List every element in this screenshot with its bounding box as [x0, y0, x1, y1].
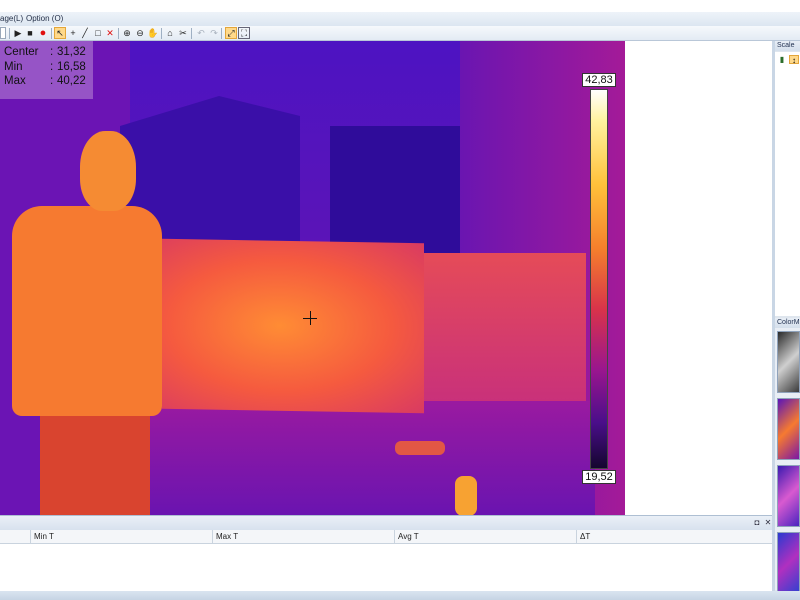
measurement-panel: ◘ ✕ Min T Max T Avg T ΔT — [0, 515, 772, 591]
scale-panel-title: Scale — [775, 41, 800, 51]
thermal-image[interactable] — [0, 41, 625, 515]
close-icon[interactable]: ✕ — [763, 518, 773, 528]
image-region — [424, 253, 586, 401]
column-header-delta-t[interactable]: ΔT — [576, 530, 772, 544]
zoom-out-icon[interactable]: ⊖ — [134, 27, 146, 39]
full-size-icon[interactable]: ⛶ — [238, 27, 250, 39]
rectangle-tool-icon[interactable]: □ — [92, 27, 104, 39]
column-header-min-t[interactable]: Min T — [30, 530, 212, 544]
image-region — [80, 131, 136, 211]
record-icon[interactable]: ● — [37, 27, 49, 39]
menu-bar: age(L) Option (O) — [0, 12, 800, 26]
toolbar-separator — [161, 28, 162, 39]
scale-min-value: 19,52 — [582, 470, 616, 484]
toolbar-separator — [51, 28, 52, 39]
stop-icon[interactable]: ■ — [24, 27, 36, 39]
delete-icon[interactable]: ✕ — [104, 27, 116, 39]
column-header-avg-t[interactable]: Avg T — [394, 530, 576, 544]
fit-window-icon[interactable]: ⤢ — [225, 27, 237, 39]
image-region — [455, 476, 477, 515]
scale-panel: ▮ ↕ — [775, 52, 800, 316]
point-tool-icon[interactable]: + — [67, 27, 79, 39]
pan-hand-icon[interactable]: ✋ — [147, 27, 159, 39]
color-scale-bar — [590, 89, 608, 469]
title-strip — [0, 0, 800, 12]
thermal-viewer-window: age(L) Option (O) ▶ ■ ● ↖ + ╱ □ ✕ ⊕ ⊖ ✋ … — [0, 0, 800, 600]
scale-max-value: 42,83 — [582, 73, 616, 87]
readout-min: Min : 16,58 — [4, 60, 86, 73]
image-region — [162, 238, 424, 414]
home-icon[interactable]: ⌂ — [164, 27, 176, 39]
image-view-blank-area — [625, 41, 772, 515]
temperature-readout: Center : 31,32 Min : 16,58 Max : 40,22 — [0, 41, 93, 99]
column-header-name[interactable] — [0, 530, 30, 544]
toolbar: ▶ ■ ● ↖ + ╱ □ ✕ ⊕ ⊖ ✋ ⌂ ✂ ↶ ↷ ⤢ ⛶ — [0, 26, 800, 41]
auto-scale-icon[interactable]: ↕ — [789, 55, 799, 65]
measurement-table-header: Min T Max T Avg T ΔT — [0, 530, 772, 544]
colormap-panel — [775, 328, 800, 594]
crosshair-icon — [310, 311, 311, 325]
file-icon[interactable] — [0, 27, 6, 39]
image-region — [12, 206, 162, 416]
colormap-panel-title: ColorM — [775, 318, 800, 328]
pin-icon[interactable]: ◘ — [752, 518, 762, 528]
line-tool-icon[interactable]: ╱ — [79, 27, 91, 39]
colormap-blue-thumb[interactable] — [777, 532, 800, 594]
toolbar-separator — [221, 28, 222, 39]
bar-chart-icon[interactable]: ▮ — [777, 55, 787, 64]
image-region — [85, 401, 595, 515]
zoom-in-icon[interactable]: ⊕ — [121, 27, 133, 39]
readout-max: Max : 40,22 — [4, 75, 86, 87]
redo-icon[interactable]: ↷ — [208, 27, 220, 39]
menu-image[interactable]: age(L) — [0, 14, 23, 24]
measurement-panel-titlebar: ◘ ✕ — [0, 516, 772, 530]
readout-center: Center : 31,32 — [4, 46, 86, 58]
toolbar-separator — [191, 28, 192, 39]
toolbar-separator — [9, 28, 10, 39]
colormap-iron-thumb[interactable] — [777, 398, 800, 460]
toolbar-separator — [118, 28, 119, 39]
tools-icon[interactable]: ✂ — [177, 27, 189, 39]
colormap-rainbow-thumb[interactable] — [777, 465, 800, 527]
colormap-grayscale-thumb[interactable] — [777, 331, 800, 393]
image-region — [395, 441, 445, 455]
play-icon[interactable]: ▶ — [12, 27, 24, 39]
menu-option[interactable]: Option (O) — [26, 14, 63, 24]
status-bar — [0, 591, 800, 600]
column-header-max-t[interactable]: Max T — [212, 530, 394, 544]
undo-icon[interactable]: ↶ — [195, 27, 207, 39]
select-pointer-icon[interactable]: ↖ — [54, 27, 66, 39]
